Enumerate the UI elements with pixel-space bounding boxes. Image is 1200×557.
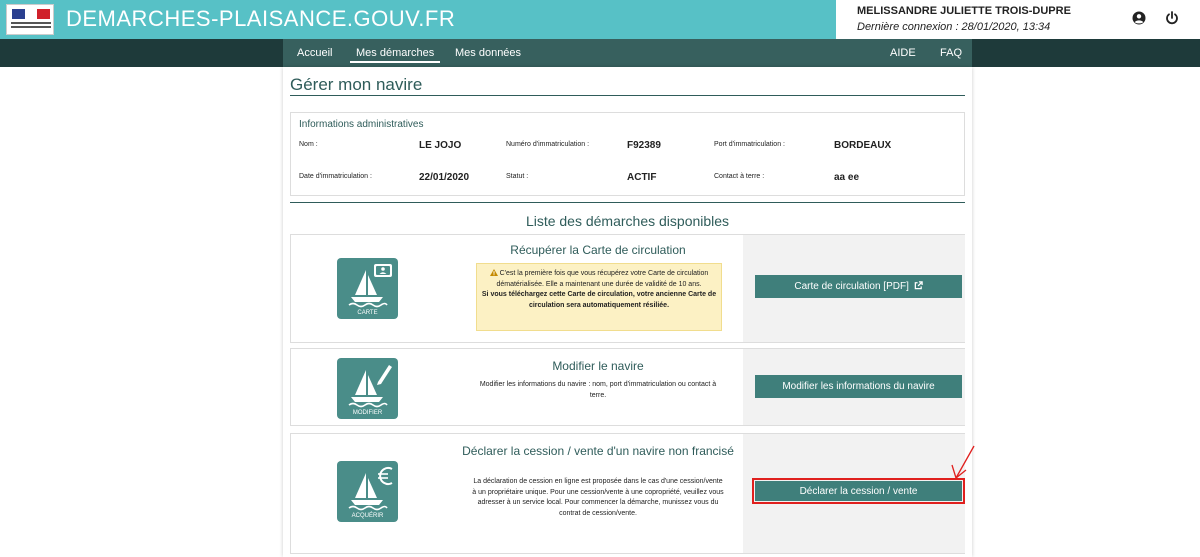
admin-info-panel: Informations administratives Nom : LE JO… <box>290 112 965 196</box>
info-label-contact: Contact à terre : <box>714 173 765 180</box>
warning-box: C'est la première fois que vous récupére… <box>476 263 722 331</box>
acquerir-icon: ACQUÉRIR <box>337 461 398 522</box>
carte-icon: CARTE <box>337 258 398 319</box>
card-description: Modifier les informations du navire : no… <box>479 381 717 399</box>
icon-caption: MODIFIER <box>352 410 383 416</box>
icon-caption: CARTE <box>357 310 378 316</box>
page-title: Gérer mon navire <box>290 75 423 94</box>
carte-circulation-pdf-button[interactable]: Carte de circulation [PDF] <box>755 275 962 298</box>
main-content: Gérer mon navire Informations administra… <box>283 67 972 557</box>
modifier-informations-button[interactable]: Modifier les informations du navire <box>755 375 962 398</box>
nav-item-faq[interactable]: FAQ <box>940 39 962 67</box>
warning-text: C'est la première fois que vous récupére… <box>496 270 709 288</box>
card-title: Récupérer la Carte de circulation <box>510 243 686 257</box>
card-carte-circulation: CARTE Récupérer la Carte de circulation … <box>290 234 965 343</box>
info-value-date: 22/01/2020 <box>419 172 470 183</box>
warning-icon <box>489 269 498 276</box>
card-title: Déclarer la cession / vente d'un navire … <box>462 444 734 458</box>
info-value-immatriculation: F92389 <box>627 140 661 151</box>
info-label-nom: Nom : <box>299 141 318 148</box>
nav-item-mes-donnees[interactable]: Mes données <box>455 39 521 67</box>
flag-icon <box>12 9 51 19</box>
card-modifier-navire: MODIFIER Modifier le navire Modifier les… <box>290 348 965 426</box>
icon-caption: ACQUÉRIR <box>351 513 384 519</box>
brand-bar: DEMARCHES-PLAISANCE.GOUV.FR <box>0 0 836 39</box>
procedures-list-title: Liste des démarches disponibles <box>525 213 730 229</box>
info-label-date: Date d'immatriculation : <box>299 173 372 180</box>
title-divider <box>290 95 965 96</box>
warning-bold-text: Si vous téléchargez cette Carte de circu… <box>481 291 717 309</box>
nav-inner: Accueil Mes démarches Mes données AIDE F… <box>283 39 972 67</box>
section-divider <box>290 202 965 203</box>
logo-text-lines <box>11 22 51 30</box>
header: DEMARCHES-PLAISANCE.GOUV.FR MELISSANDRE … <box>0 0 1200 39</box>
main-nav: Accueil Mes démarches Mes données AIDE F… <box>0 39 1200 67</box>
last-login: Dernière connexion : 28/01/2020, 13:34 <box>857 21 1051 33</box>
info-value-port: BORDEAUX <box>834 140 892 151</box>
info-label-immatriculation: Numéro d'immatriculation : <box>506 141 590 148</box>
button-label: Carte de circulation [PDF] <box>794 281 909 292</box>
nav-item-aide[interactable]: AIDE <box>890 39 916 67</box>
declarer-cession-button[interactable]: Déclarer la cession / vente <box>752 478 965 504</box>
card-description: La déclaration de cession en ligne est p… <box>472 478 724 517</box>
card-title: Modifier le navire <box>552 359 644 373</box>
external-link-icon <box>914 281 923 290</box>
info-value-nom: LE JOJO <box>419 140 462 151</box>
modifier-icon: MODIFIER <box>337 358 398 419</box>
annotation-arrow-icon <box>951 445 975 480</box>
info-label-statut: Statut : <box>506 173 529 180</box>
user-account-icon[interactable] <box>1131 10 1147 26</box>
nav-item-mes-demarches[interactable]: Mes démarches <box>349 39 441 67</box>
user-name: MELISSANDRE JULIETTE TROIS-DUPRE <box>857 5 1071 17</box>
info-value-contact: aa ee <box>834 172 860 183</box>
admin-info-heading: Informations administratives <box>299 119 424 130</box>
user-info: MELISSANDRE JULIETTE TROIS-DUPRE Dernièr… <box>857 5 1071 33</box>
info-label-port: Port d'immatriculation : <box>714 141 785 148</box>
nav-item-accueil[interactable]: Accueil <box>297 39 332 67</box>
card-declarer-cession: ACQUÉRIR Déclarer la cession / vente d'u… <box>290 433 965 554</box>
government-logo[interactable] <box>6 4 54 35</box>
info-value-statut: ACTIF <box>627 172 657 183</box>
site-title[interactable]: DEMARCHES-PLAISANCE.GOUV.FR <box>66 6 455 32</box>
power-icon[interactable] <box>1164 10 1180 26</box>
